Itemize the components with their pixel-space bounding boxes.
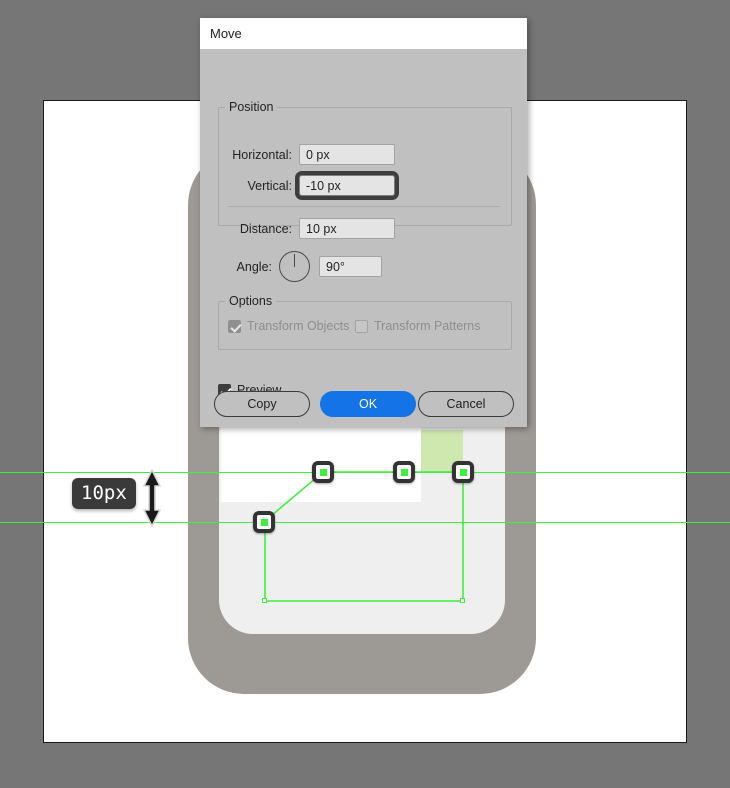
ok-button[interactable]: OK (320, 391, 416, 417)
anchor-top-right[interactable] (452, 461, 474, 483)
move-dialog[interactable]: Move Position Horizontal: 0 px Vertical:… (200, 18, 527, 427)
position-group-legend: Position (229, 100, 274, 114)
options-group-legend: Options (229, 294, 273, 308)
path-endpoint-bottom-right[interactable] (460, 598, 465, 603)
dialog-titlebar[interactable]: Move (200, 18, 527, 49)
measurement-badge: 10px (72, 478, 136, 509)
anchor-dot (260, 518, 268, 526)
dialog-body: Position Horizontal: 0 px Vertical: -10 … (200, 49, 527, 427)
distance-input[interactable]: 10 px (299, 218, 395, 239)
distance-label: Distance: (239, 221, 292, 236)
transform-objects-label: Transform Objects (247, 319, 350, 333)
transform-objects-checkbox: Transform Objects (228, 319, 349, 333)
angle-label: Angle: (236, 259, 272, 274)
smart-guide-bottom (0, 522, 730, 523)
anchor-dot (400, 468, 408, 476)
anchor-top-mid[interactable] (393, 461, 415, 483)
angle-input[interactable]: 90° (319, 256, 382, 277)
horizontal-row: Horizontal: 0 px (226, 144, 395, 165)
cancel-button[interactable]: Cancel (418, 391, 514, 417)
angle-dial-icon[interactable] (279, 251, 310, 282)
path-endpoint-bottom-left[interactable] (262, 598, 267, 603)
anchor-corner-left[interactable] (253, 511, 275, 533)
horizontal-input[interactable]: 0 px (299, 144, 395, 165)
vertical-input[interactable]: -10 px (295, 171, 399, 200)
smart-guide-top (0, 472, 730, 473)
vertical-label: Vertical: (247, 178, 292, 193)
anchor-dot (459, 468, 467, 476)
anchor-dot (319, 468, 327, 476)
copy-button[interactable]: Copy (214, 391, 310, 417)
position-group-divider (228, 206, 500, 207)
transform-patterns-checkbox: Transform Patterns (355, 319, 481, 333)
horizontal-label: Horizontal: (232, 147, 292, 162)
double-arrow-vertical-icon (143, 469, 161, 527)
angle-row: Angle: 90° (226, 251, 382, 282)
checkbox-icon (228, 319, 241, 333)
anchor-top-left[interactable] (312, 461, 334, 483)
vertical-row: Vertical: -10 px (226, 171, 399, 200)
checkbox-icon (355, 319, 368, 333)
dialog-title: Move (210, 26, 242, 41)
distance-row: Distance: 10 px (226, 218, 395, 239)
transform-patterns-label: Transform Patterns (374, 319, 481, 333)
